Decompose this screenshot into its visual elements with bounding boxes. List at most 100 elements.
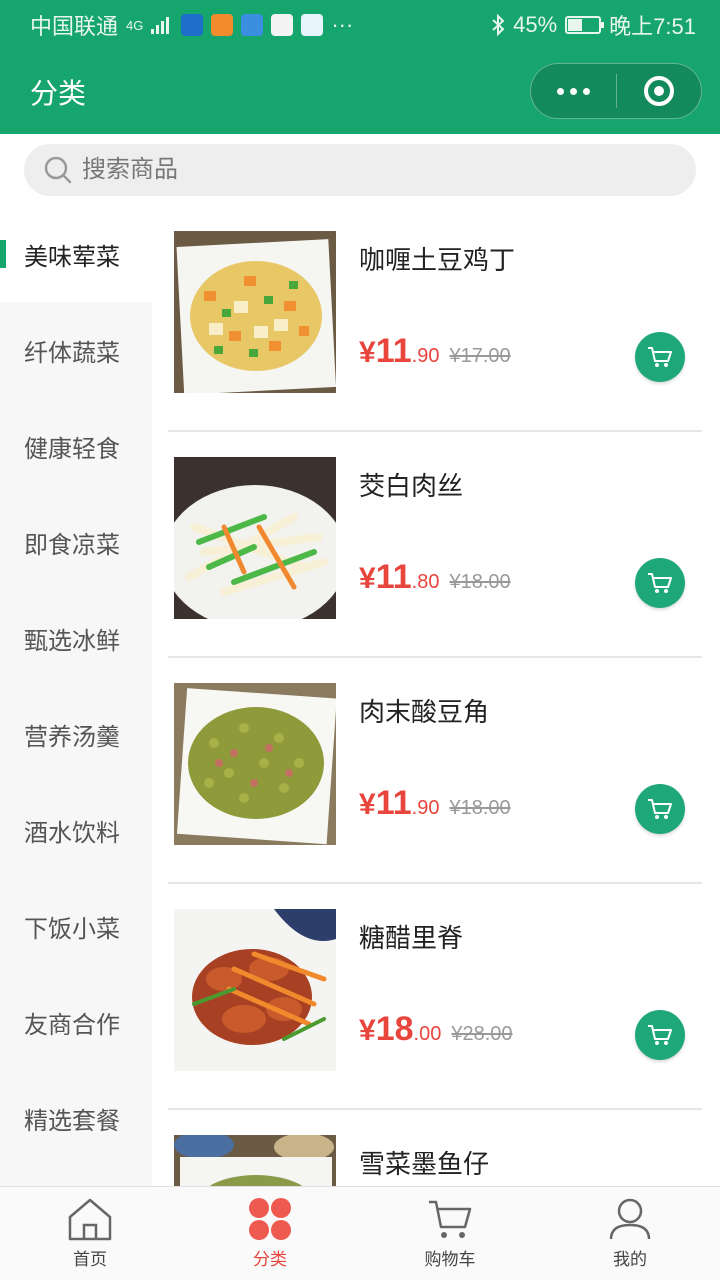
tab-cart[interactable]: 购物车 xyxy=(360,1187,540,1280)
price-integer: 11 xyxy=(375,558,412,596)
product-image[interactable] xyxy=(174,1135,336,1186)
cart-icon xyxy=(648,799,672,819)
tab-category[interactable]: 分类 xyxy=(180,1187,360,1280)
add-to-cart-button[interactable] xyxy=(635,1010,685,1060)
product-price: ¥18.00 ¥28.00 xyxy=(359,1010,513,1049)
category-item-chilled-fresh[interactable]: 甄选冰鲜 xyxy=(0,590,152,686)
product-name: 咖喱土豆鸡丁 xyxy=(359,245,516,275)
user-icon xyxy=(609,1198,651,1240)
battery-icon xyxy=(565,16,605,34)
bluetooth-icon xyxy=(492,14,505,36)
page-title: 分类 xyxy=(30,78,87,109)
category-item-soups[interactable]: 营养汤羹 xyxy=(0,686,152,782)
cart-icon xyxy=(648,1025,672,1045)
category-label: 即食凉菜 xyxy=(24,531,120,559)
more-options-button[interactable] xyxy=(531,87,616,95)
product-price: ¥11.90 ¥18.00 xyxy=(359,784,511,823)
price-decimal: .90 xyxy=(411,345,440,367)
status-bar: 中国联通 4G ··· 45% 晚上7:51 xyxy=(0,0,720,50)
product-item[interactable]: 肉末酸豆角 ¥11.90 ¥18.00 xyxy=(168,658,702,884)
category-item-combos[interactable]: 精选套餐 xyxy=(0,1070,152,1166)
category-label: 精选套餐 xyxy=(24,1107,120,1135)
currency-symbol: ¥ xyxy=(359,1014,376,1047)
category-label: 甄选冰鲜 xyxy=(24,627,120,655)
add-to-cart-button[interactable] xyxy=(635,784,685,834)
close-mini-program-button[interactable] xyxy=(617,76,702,106)
add-to-cart-button[interactable] xyxy=(635,332,685,382)
add-to-cart-button[interactable] xyxy=(635,558,685,608)
home-icon xyxy=(68,1198,112,1241)
search-box[interactable] xyxy=(24,144,696,196)
cart-icon xyxy=(648,573,672,593)
category-item-light-meal[interactable]: 健康轻食 xyxy=(0,398,152,494)
product-image[interactable] xyxy=(174,683,336,845)
network-type: 4G xyxy=(126,17,144,33)
product-item[interactable]: 糖醋里脊 ¥18.00 ¥28.00 xyxy=(168,884,702,1110)
category-label: 友商合作 xyxy=(24,1011,120,1039)
category-label: 酒水饮料 xyxy=(24,819,120,847)
category-item-vegetables[interactable]: 纤体蔬菜 xyxy=(0,302,152,398)
category-label: 纤体蔬菜 xyxy=(24,339,120,367)
wifi-app-icon xyxy=(241,14,264,36)
product-image[interactable] xyxy=(174,457,336,619)
category-label: 健康轻食 xyxy=(24,435,120,463)
category-label: 下饭小菜 xyxy=(24,915,120,943)
more-notifications-icon: ··· xyxy=(331,12,354,37)
product-item[interactable]: 茭白肉丝 ¥11.80 ¥18.00 xyxy=(168,432,702,658)
tab-me[interactable]: 我的 xyxy=(540,1187,720,1280)
navigation-bar: 分类 xyxy=(0,50,720,134)
search-icon xyxy=(44,156,72,184)
price-integer: 11 xyxy=(375,784,412,822)
currency-symbol: ¥ xyxy=(359,336,376,369)
currency-symbol: ¥ xyxy=(359,562,376,595)
bottom-tab-bar: 首页 分类 购物车 我的 xyxy=(0,1186,720,1280)
price-decimal: .00 xyxy=(413,1023,442,1045)
product-item[interactable]: 雪菜墨鱼仔 xyxy=(168,1110,702,1186)
original-price: ¥28.00 xyxy=(451,1023,513,1045)
original-price: ¥18.00 xyxy=(449,571,511,593)
category-item-side-dishes[interactable]: 下饭小菜 xyxy=(0,878,152,974)
tab-home[interactable]: 首页 xyxy=(0,1187,180,1280)
category-label: 美味荤菜 xyxy=(24,243,120,271)
battery-percent: 45% xyxy=(513,12,558,37)
tab-label: 分类 xyxy=(253,1250,287,1269)
browser-app-icon xyxy=(301,14,324,36)
tab-label: 购物车 xyxy=(424,1250,476,1269)
video-app-icon xyxy=(211,14,234,36)
product-item[interactable]: 咖喱土豆鸡丁 ¥11.90 ¥17.00 xyxy=(168,206,702,432)
signal-icon xyxy=(151,17,170,34)
shield-app-icon xyxy=(181,14,204,36)
clock: 晚上7:51 xyxy=(609,14,696,39)
currency-symbol: ¥ xyxy=(359,788,376,821)
original-price: ¥18.00 xyxy=(449,797,511,819)
product-price: ¥11.90 ¥17.00 xyxy=(359,332,511,371)
tab-label: 首页 xyxy=(73,1250,107,1269)
price-integer: 18 xyxy=(375,1010,414,1048)
search-input[interactable] xyxy=(82,156,642,184)
price-integer: 11 xyxy=(375,332,412,370)
product-image[interactable] xyxy=(174,909,336,1071)
product-list: 咖喱土豆鸡丁 ¥11.90¥17.00 茭白肉丝 ¥11.80¥18.00 xyxy=(152,206,720,1186)
category-icon xyxy=(249,1198,291,1240)
category-item-drinks[interactable]: 酒水饮料 xyxy=(0,782,152,878)
price-decimal: .90 xyxy=(411,797,440,819)
news-app-icon xyxy=(271,14,294,36)
mini-program-capsule xyxy=(530,63,702,119)
product-name: 糖醋里脊 xyxy=(359,923,464,953)
category-sidebar: 美味荤菜 纤体蔬菜 健康轻食 即食凉菜 甄选冰鲜 营养汤羹 酒水饮料 下饭小菜 … xyxy=(0,206,152,1186)
cart-icon xyxy=(648,347,672,367)
original-price: ¥17.00 xyxy=(449,345,511,367)
category-item-meat[interactable]: 美味荤菜 xyxy=(0,206,152,302)
product-image[interactable] xyxy=(174,231,336,393)
category-item-cold-dishes[interactable]: 即食凉菜 xyxy=(0,494,152,590)
product-price: ¥11.80 ¥18.00 xyxy=(359,558,511,597)
category-label: 营养汤羹 xyxy=(24,723,120,751)
price-decimal: .80 xyxy=(411,571,440,593)
search-area xyxy=(0,134,720,206)
product-name: 雪菜墨鱼仔 xyxy=(359,1149,490,1179)
product-name: 茭白肉丝 xyxy=(359,471,464,501)
tab-label: 我的 xyxy=(613,1250,647,1269)
cart-icon xyxy=(429,1200,472,1238)
product-name: 肉末酸豆角 xyxy=(359,697,490,727)
category-item-partners[interactable]: 友商合作 xyxy=(0,974,152,1070)
